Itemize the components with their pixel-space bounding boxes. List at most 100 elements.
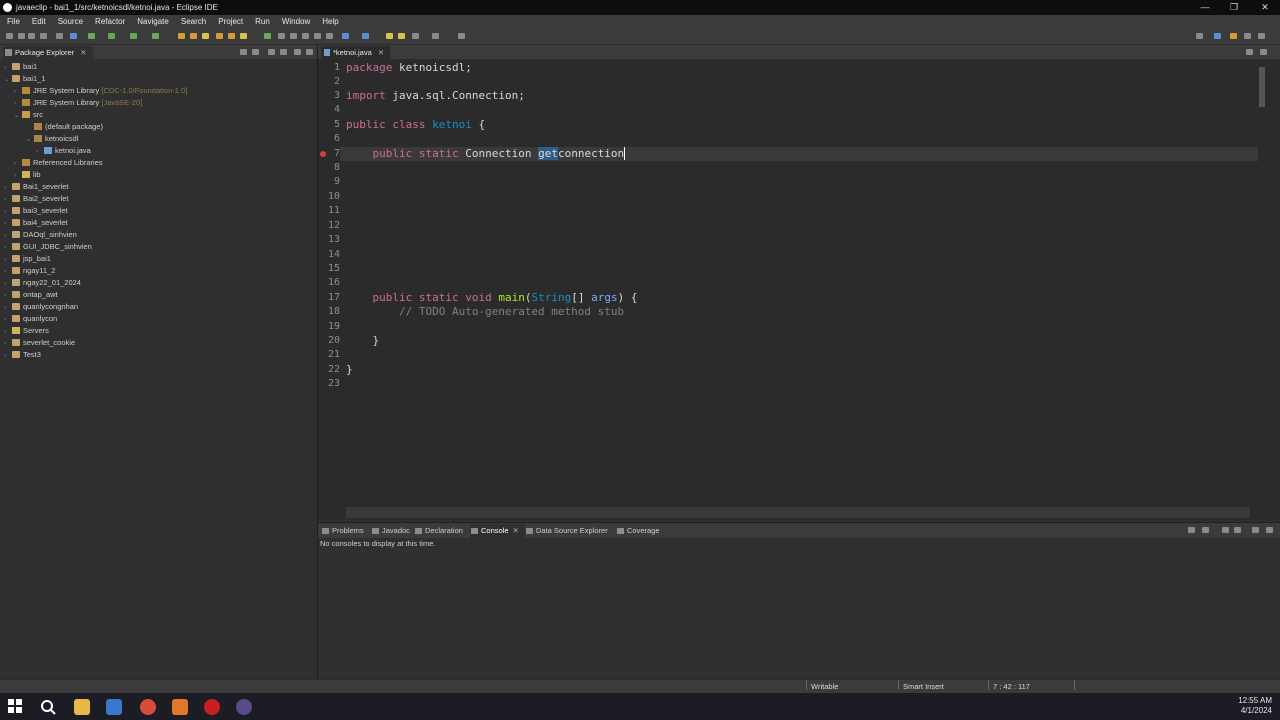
collapse-all-icon[interactable] xyxy=(240,49,247,55)
system-clock[interactable]: 12:55 AM 4/1/2024 xyxy=(1238,696,1272,716)
save-all-icon[interactable] xyxy=(28,33,35,39)
tree-item-bai1_1[interactable]: ⌄ bai1_1 xyxy=(4,73,46,85)
tree-item-project[interactable]: › jsp_bai1 xyxy=(4,253,51,265)
next-annotation-icon[interactable] xyxy=(342,33,349,39)
tree-item-default-package[interactable]: (default package) xyxy=(26,121,103,133)
forward-edit-icon[interactable] xyxy=(398,33,405,39)
search-icon[interactable] xyxy=(40,699,56,715)
tree-item-project[interactable]: › ngay22_01_2024 xyxy=(4,277,81,289)
tree-item-bai1[interactable]: › bai1 xyxy=(4,61,37,73)
run-icon[interactable] xyxy=(108,33,115,39)
debug-icon[interactable] xyxy=(88,33,95,39)
debug-perspective-icon[interactable] xyxy=(1244,33,1251,39)
tree-item-jre-cdc[interactable]: › JRE System Library [CDC-1.0/Foundation-… xyxy=(14,85,187,97)
tree-item-src[interactable]: ⌄ src xyxy=(14,109,43,121)
new-class-icon[interactable] xyxy=(202,33,209,39)
editor-horizontal-scrollbar[interactable] xyxy=(346,507,1250,518)
external-tools-icon[interactable] xyxy=(152,33,159,39)
view-menu-icon[interactable] xyxy=(280,49,287,55)
close-icon[interactable]: ✕ xyxy=(513,526,519,535)
editor-vertical-scrollbar[interactable] xyxy=(1258,61,1266,507)
menu-help[interactable]: Help xyxy=(322,15,338,29)
pin-icon[interactable] xyxy=(326,33,333,39)
print-icon[interactable] xyxy=(40,33,47,39)
tree-item-project[interactable]: › Bai1_severlet xyxy=(4,181,68,193)
back-icon[interactable] xyxy=(412,33,419,39)
maximize-view-icon[interactable] xyxy=(1260,49,1267,55)
tree-item-project[interactable]: › severlet_cookie xyxy=(4,337,75,349)
chrome-icon[interactable] xyxy=(140,699,156,715)
tree-item-project[interactable]: › DAOql_sinhvien xyxy=(4,229,77,241)
tab-declaration[interactable]: Declaration xyxy=(414,524,463,538)
menu-edit[interactable]: Edit xyxy=(32,15,46,29)
code-editor[interactable]: *ketnoi.java ✕ 1 package ketnoicsdl; 2 3i… xyxy=(318,45,1280,520)
last-edit-icon[interactable] xyxy=(386,33,393,39)
maximize-view-icon[interactable] xyxy=(1266,527,1273,533)
tree-item-project[interactable]: › bai4_severlet xyxy=(4,217,68,229)
view-menu-icon[interactable] xyxy=(1234,527,1241,533)
close-icon[interactable]: ✕ xyxy=(80,48,86,57)
status-cursor-position[interactable]: 7 : 42 : 117 xyxy=(993,680,1030,694)
maximize-button[interactable]: ❐ xyxy=(1219,0,1249,15)
tree-item-project[interactable]: › quanlycongnhan xyxy=(4,301,78,313)
save-icon[interactable] xyxy=(18,33,25,39)
close-button[interactable]: ✕ xyxy=(1250,0,1280,15)
tab-javadoc[interactable]: Javadoc xyxy=(371,524,410,538)
tab-ketnoi-java[interactable]: *ketnoi.java ✕ xyxy=(321,46,391,59)
new-package-icon[interactable] xyxy=(190,33,197,39)
menu-search[interactable]: Search xyxy=(181,15,206,29)
prev-annotation-icon[interactable] xyxy=(362,33,369,39)
tree-item-ketnoicsdl[interactable]: ⌄ ketnoicsdl xyxy=(26,133,78,145)
tree-item-project[interactable]: › ontap_awt xyxy=(4,289,58,301)
tree-item-ketnoi-java[interactable]: › ketnoi.java xyxy=(36,145,91,157)
open-perspective-icon[interactable] xyxy=(1214,33,1221,39)
coverage-icon[interactable] xyxy=(130,33,137,39)
eclipse-taskbar-icon[interactable] xyxy=(236,699,252,715)
xampp-icon[interactable] xyxy=(172,699,188,715)
toggle-icon[interactable] xyxy=(70,33,77,39)
status-insert-mode[interactable]: Smart Insert xyxy=(903,680,944,694)
menu-window[interactable]: Window xyxy=(282,15,310,29)
search-icon[interactable] xyxy=(1196,33,1203,39)
menu-source[interactable]: Source xyxy=(58,15,83,29)
close-icon[interactable]: ✕ xyxy=(378,48,384,57)
minimize-view-icon[interactable] xyxy=(1252,527,1259,533)
minimize-view-icon[interactable] xyxy=(1246,49,1253,55)
block-icon[interactable] xyxy=(302,33,309,39)
mark-icon[interactable] xyxy=(290,33,297,39)
java-perspective-icon[interactable] xyxy=(1230,33,1237,39)
windows-start-icon[interactable] xyxy=(8,699,24,715)
tree-item-project[interactable]: › quanlycon xyxy=(4,313,57,325)
menu-navigate[interactable]: Navigate xyxy=(137,15,169,29)
tree-item-project[interactable]: › Test3 xyxy=(4,349,41,361)
tab-problems[interactable]: Problems xyxy=(321,524,364,538)
tree-item-referenced-libraries[interactable]: › Referenced Libraries xyxy=(14,157,103,169)
search-tool-icon[interactable] xyxy=(264,33,271,39)
file-explorer-icon[interactable] xyxy=(74,699,90,715)
tree-item-project[interactable]: › ngay11_2 xyxy=(4,265,55,277)
filter-icon[interactable] xyxy=(268,49,275,55)
menu-refactor[interactable]: Refactor xyxy=(95,15,125,29)
minimize-button[interactable]: — xyxy=(1190,0,1220,15)
tree-item-lib[interactable]: › lib xyxy=(14,169,41,181)
forward-icon[interactable] xyxy=(432,33,439,39)
tab-console[interactable]: Console ✕ xyxy=(470,524,525,538)
link-editor-icon[interactable] xyxy=(252,49,259,55)
perspective-icon[interactable] xyxy=(458,33,465,39)
whitespace-icon[interactable] xyxy=(314,33,321,39)
maximize-view-icon[interactable] xyxy=(306,49,313,55)
terminal-icon[interactable] xyxy=(56,33,63,39)
tree-item-project[interactable]: › Bai2_severlet xyxy=(4,193,68,205)
tree-item-project[interactable]: › GUI_JDBC_sinhvien xyxy=(4,241,92,253)
tree-item-servers[interactable]: › Servers xyxy=(4,325,49,337)
open-task-icon[interactable] xyxy=(228,33,235,39)
menu-file[interactable]: File xyxy=(7,15,20,29)
new-java-project-icon[interactable] xyxy=(178,33,185,39)
annotation-icon[interactable] xyxy=(278,33,285,39)
tree-item-project[interactable]: › bai3_severlet xyxy=(4,205,68,217)
open-type-icon[interactable] xyxy=(216,33,223,39)
pin-console-icon[interactable] xyxy=(1222,527,1229,533)
app-icon[interactable] xyxy=(106,699,122,715)
display-console-icon[interactable] xyxy=(1202,527,1209,533)
minimize-view-icon[interactable] xyxy=(294,49,301,55)
